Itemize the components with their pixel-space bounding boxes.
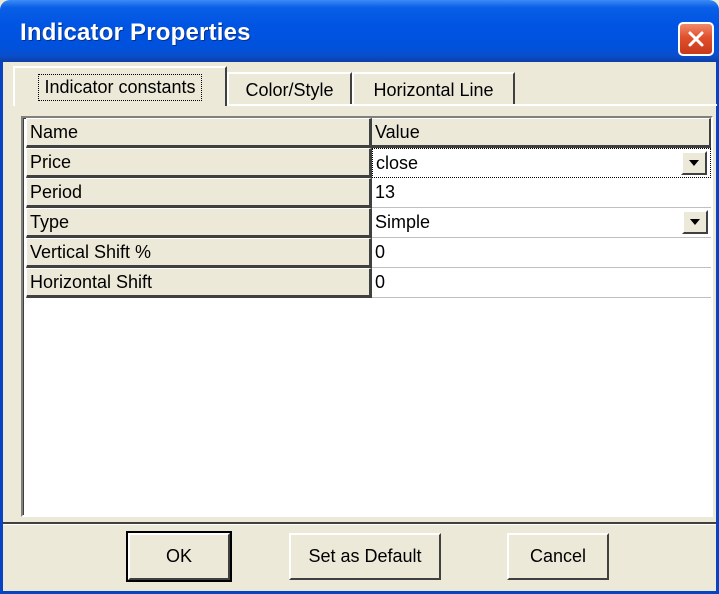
title-bar[interactable]: Indicator Properties <box>0 0 719 62</box>
price-select[interactable]: close <box>372 148 711 178</box>
period-input[interactable]: 13 <box>372 178 711 208</box>
set-as-default-button[interactable]: Set as Default <box>289 533 441 580</box>
type-select[interactable]: Simple <box>372 208 711 238</box>
window-title: Indicator Properties <box>20 19 251 46</box>
grid-row-horizontal-shift: Horizontal Shift 0 <box>26 268 711 298</box>
tab-indicator-constants[interactable]: Indicator constants <box>13 66 227 106</box>
column-header-name[interactable]: Name <box>26 118 372 148</box>
indicator-properties-dialog: Indicator Properties Indicator constants… <box>0 0 719 594</box>
grid-header-row: Name Value <box>26 118 711 148</box>
property-name-vertical-shift[interactable]: Vertical Shift % <box>26 238 372 268</box>
property-name-type[interactable]: Type <box>26 208 372 238</box>
tab-horizontal-line[interactable]: Horizontal Line <box>352 72 515 106</box>
property-grid[interactable]: Name Value Price close Period 13 Type Si… <box>21 116 713 517</box>
chevron-down-icon <box>689 160 699 166</box>
grid-row-vertical-shift: Vertical Shift % 0 <box>26 238 711 268</box>
tab-label: Color/Style <box>245 79 334 100</box>
grid-row-price: Price close <box>26 148 711 178</box>
property-name-horizontal-shift[interactable]: Horizontal Shift <box>26 268 372 298</box>
window-border-left <box>0 62 3 594</box>
price-dropdown-button[interactable] <box>681 151 707 175</box>
grid-row-type: Type Simple <box>26 208 711 238</box>
property-name-period[interactable]: Period <box>26 178 372 208</box>
tab-label: Horizontal Line <box>373 79 494 100</box>
close-button[interactable] <box>678 22 714 56</box>
property-name-price[interactable]: Price <box>26 148 372 178</box>
price-value: close <box>376 152 419 173</box>
close-icon <box>688 31 704 47</box>
vertical-shift-input[interactable]: 0 <box>372 238 711 268</box>
ok-button[interactable]: OK <box>126 531 232 582</box>
cancel-button[interactable]: Cancel <box>507 533 609 580</box>
type-value: Simple <box>375 212 431 232</box>
column-header-value[interactable]: Value <box>372 118 711 148</box>
divider-highlight <box>3 524 716 525</box>
grid-row-period: Period 13 <box>26 178 711 208</box>
type-dropdown-button[interactable] <box>682 210 708 234</box>
chevron-down-icon <box>690 219 700 225</box>
horizontal-shift-input[interactable]: 0 <box>372 268 711 298</box>
tab-label: Indicator constants <box>38 73 202 101</box>
tab-color-style[interactable]: Color/Style <box>227 72 352 106</box>
